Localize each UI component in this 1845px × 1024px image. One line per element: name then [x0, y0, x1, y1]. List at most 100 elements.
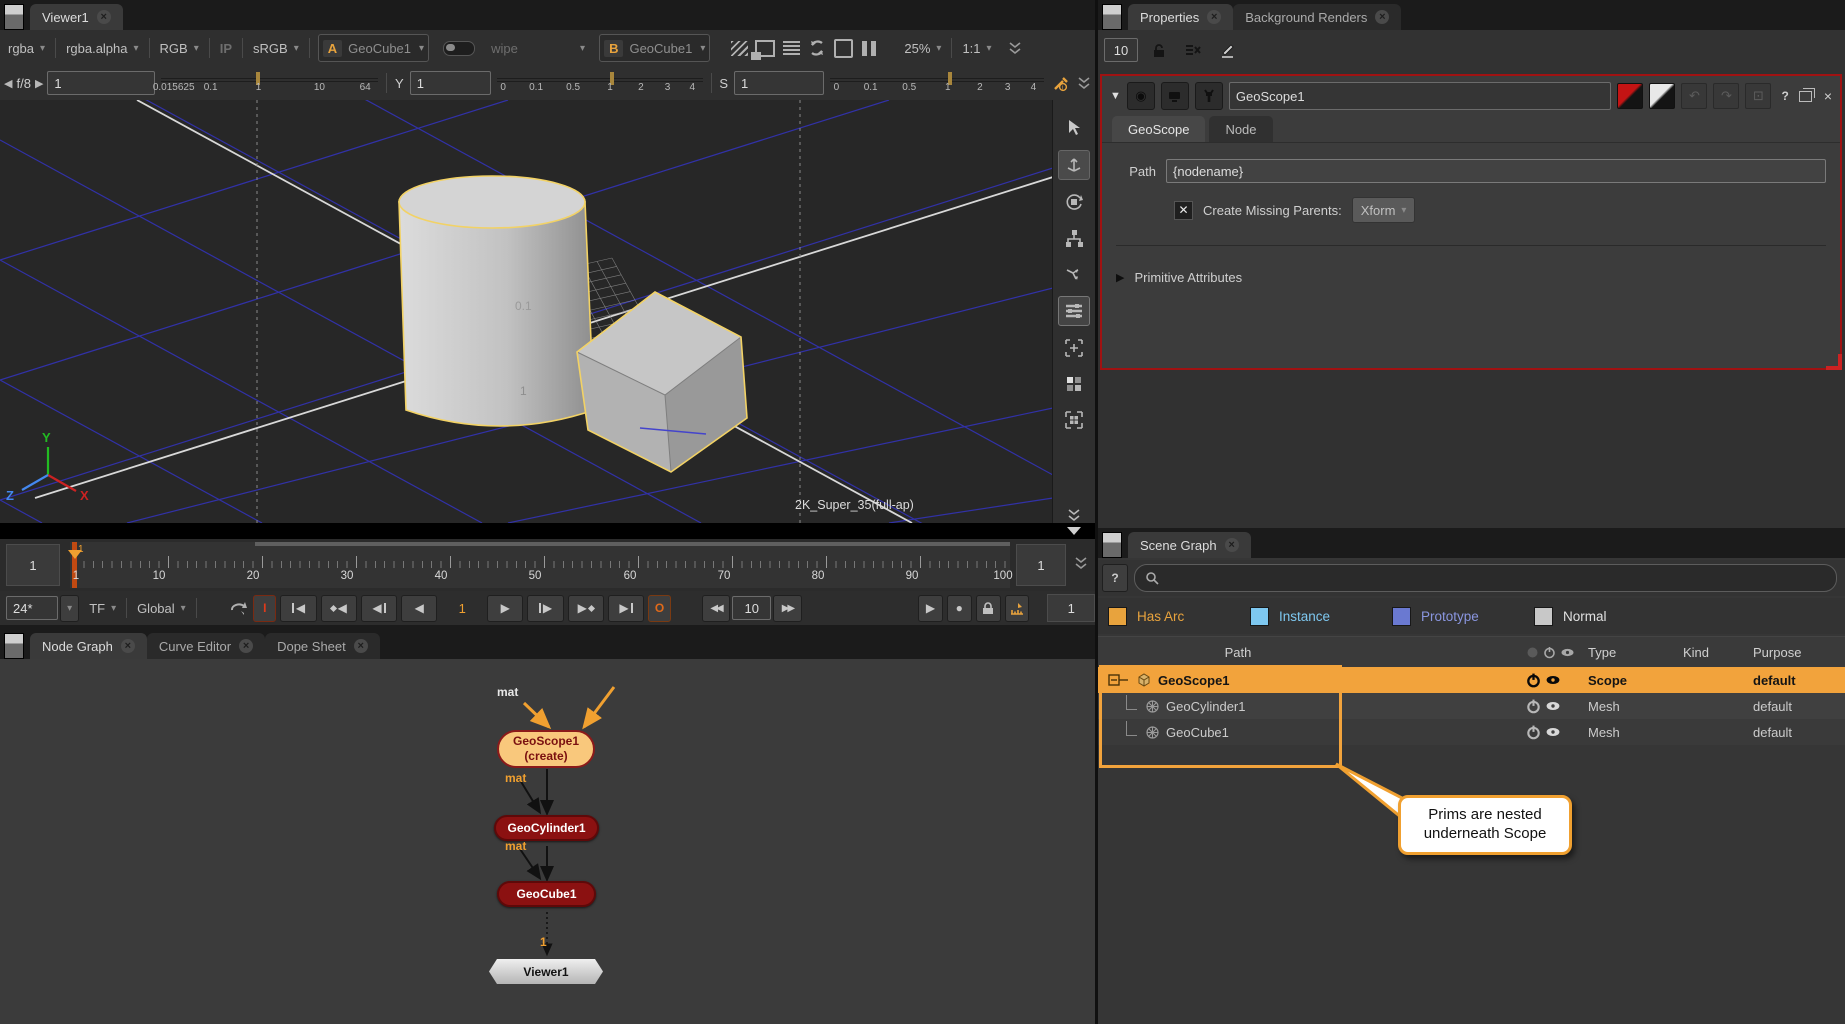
eyedropper-icon[interactable]: i — [1050, 71, 1072, 95]
panel-grip-icon[interactable] — [4, 633, 24, 659]
frame-right-box[interactable]: 1 — [1047, 594, 1095, 622]
close-icon[interactable]: × — [97, 10, 111, 24]
in-point-button[interactable]: I — [253, 595, 276, 622]
collapse-triangle-icon[interactable]: ▼ — [1110, 90, 1121, 102]
power-icon[interactable] — [1526, 673, 1541, 688]
close-icon[interactable]: × — [354, 639, 368, 653]
path-field[interactable]: {nodename} — [1166, 159, 1826, 183]
float-window-icon[interactable] — [1799, 91, 1812, 102]
edit-wrench-icon[interactable] — [1195, 82, 1223, 110]
wipe-mode-select[interactable]: wipe▾ — [483, 36, 593, 60]
tab-background-renders[interactable]: Background Renders× — [1233, 4, 1401, 30]
close-icon[interactable]: × — [1225, 538, 1239, 552]
more-grade-chevron-icon[interactable] — [1073, 71, 1095, 95]
node-geoscope1[interactable]: GeoScope1 (create) — [497, 730, 595, 768]
help-button[interactable]: ? — [1102, 564, 1128, 592]
play-backward-button[interactable]: ◀ — [401, 595, 437, 622]
expand-down-icon[interactable] — [1067, 527, 1081, 535]
pixel-ratio-select[interactable]: 1:1▾ — [954, 36, 999, 60]
tab-node[interactable]: Node — [1209, 116, 1272, 142]
ruler-flag-icon[interactable] — [1005, 595, 1030, 622]
display-select[interactable]: RGB▾ — [152, 36, 207, 60]
rotate-tool-icon[interactable] — [1059, 188, 1089, 216]
gamma-input[interactable]: 1 — [410, 71, 491, 95]
search-box[interactable] — [1134, 564, 1837, 592]
node-geocube1[interactable]: GeoCube1 — [497, 881, 596, 907]
fps-box[interactable]: 24* — [6, 596, 58, 620]
sliders-tool-icon[interactable] — [1058, 296, 1090, 326]
redo-icon[interactable]: ↷ — [1713, 83, 1739, 109]
roi-crosshair-icon[interactable] — [830, 36, 856, 60]
nodegraph-canvas[interactable]: mat GeoScope1 (create) mat GeoCylinder1 … — [0, 659, 1095, 1024]
close-parameter-icon[interactable]: × — [1824, 88, 1832, 104]
channel-select[interactable]: rgba▾ — [0, 36, 53, 60]
undo-icon[interactable]: ↶ — [1681, 83, 1707, 109]
tab-scene-graph[interactable]: Scene Graph× — [1128, 532, 1251, 558]
input-b-group[interactable]: B GeoCube1 ▾ — [599, 34, 710, 62]
timeline-chevron-icon[interactable] — [1068, 551, 1094, 575]
compare-layers-icon[interactable] — [752, 36, 778, 60]
refresh-icon[interactable] — [804, 36, 830, 60]
prev-key-button[interactable]: ◀ — [321, 595, 357, 622]
input-a-group[interactable]: A GeoCube1 ▾ — [318, 34, 429, 62]
viewport-3d[interactable]: 0.1 1 Y X Z 2K_Super_35(full-ap) — [0, 100, 1095, 523]
hierarchy-tool-icon[interactable] — [1059, 224, 1089, 252]
timeline-scrollbar[interactable] — [255, 542, 1010, 546]
tab-viewer1[interactable]: Viewer1 × — [30, 4, 123, 30]
create-missing-checkbox[interactable]: ✕ — [1174, 201, 1193, 220]
revert-icon[interactable]: ⊡ — [1745, 83, 1771, 109]
lock-state-red-icon[interactable] — [1617, 83, 1643, 109]
step-back-button[interactable]: ◀ — [361, 595, 397, 622]
exposure-next-icon[interactable]: ▶ — [31, 77, 47, 90]
panel-grip-icon[interactable] — [1102, 532, 1122, 558]
close-icon[interactable]: × — [1375, 10, 1389, 24]
panel-grip-icon[interactable] — [4, 4, 24, 30]
node-geocylinder1[interactable]: GeoCylinder1 — [494, 815, 599, 841]
saturation-slider[interactable]: 0 0.1 0.5 1 2 3 4 — [830, 68, 1044, 98]
loop-mode-icon[interactable] — [227, 596, 252, 620]
tab-properties[interactable]: Properties× — [1128, 4, 1233, 30]
eye-icon[interactable] — [1545, 699, 1561, 713]
resize-grip[interactable] — [1826, 354, 1842, 370]
translate-tool-icon[interactable] — [1058, 150, 1090, 180]
exposure-slider[interactable]: 0.015625 0.1 1 10 64 — [161, 68, 379, 98]
go-start-button[interactable]: ◀ — [280, 595, 316, 622]
panel-grip-icon[interactable] — [1102, 4, 1122, 30]
column-purpose[interactable]: Purpose — [1753, 645, 1845, 660]
wipe-toggle[interactable] — [443, 41, 475, 56]
quad-view-icon[interactable] — [1059, 370, 1089, 398]
node-viewer1[interactable]: Viewer1 — [489, 959, 603, 984]
jump-back-button[interactable]: ◀◀ — [702, 595, 731, 622]
strip-more-chevron-icon[interactable] — [1059, 501, 1089, 523]
ip-toggle[interactable]: IP — [212, 36, 240, 60]
column-path[interactable]: Path — [1098, 645, 1378, 660]
render-flag-icon[interactable] — [1161, 82, 1189, 110]
flipbook-render-icon[interactable]: ▶ — [918, 595, 943, 622]
next-key-button[interactable]: ▶ — [568, 595, 604, 622]
power-icon[interactable] — [1526, 699, 1541, 714]
play-forward-button[interactable]: ▶ — [487, 595, 523, 622]
gamma-slider[interactable]: 0 0.1 0.5 1 2 3 4 — [497, 68, 702, 98]
edit-pencil-icon[interactable] — [1214, 38, 1240, 62]
search-input[interactable] — [1165, 570, 1826, 587]
tab-curve-editor[interactable]: Curve Editor× — [147, 633, 265, 659]
step-forward-button[interactable]: ▶ — [527, 595, 563, 622]
tab-node-graph[interactable]: Node Graph× — [30, 633, 147, 659]
exposure-input[interactable]: 1 — [47, 71, 154, 95]
in-frame-box[interactable]: 1 — [6, 544, 60, 586]
help-button[interactable]: ? — [1781, 89, 1788, 103]
colorspace-select[interactable]: sRGB▾ — [245, 36, 307, 60]
xform-select[interactable]: Xform▾ — [1352, 197, 1416, 223]
row-toggles[interactable] — [1526, 725, 1588, 740]
lock-icon[interactable] — [976, 595, 1001, 622]
current-frame-label[interactable]: 1 — [439, 601, 485, 616]
go-end-button[interactable]: ▶ — [608, 595, 644, 622]
scanline-list-icon[interactable] — [778, 36, 804, 60]
power-icon[interactable] — [1526, 725, 1541, 740]
unlock-icon[interactable] — [1146, 38, 1172, 62]
frame-step-box[interactable]: 10 — [732, 596, 771, 620]
close-icon[interactable]: × — [121, 639, 135, 653]
row-toggles[interactable] — [1526, 699, 1588, 714]
jump-forward-button[interactable]: ▶▶ — [773, 595, 802, 622]
column-kind[interactable]: Kind — [1683, 645, 1753, 660]
